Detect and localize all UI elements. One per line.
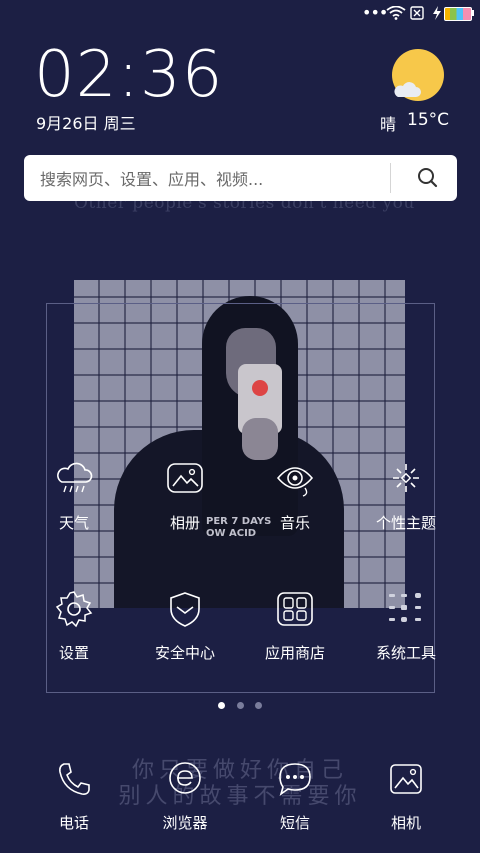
app-label: 相册 bbox=[169, 514, 200, 532]
app-label: 系统工具 bbox=[375, 644, 436, 662]
app-music[interactable]: 音乐 bbox=[245, 460, 345, 550]
dock-messages[interactable]: 短信 bbox=[245, 760, 345, 850]
battery-icon bbox=[444, 7, 472, 21]
app-settings[interactable]: 设置 bbox=[24, 590, 124, 680]
app-weather[interactable]: 天气 bbox=[24, 460, 124, 550]
phone-icon bbox=[59, 763, 90, 795]
page-dot[interactable] bbox=[255, 702, 262, 709]
app-store[interactable]: 应用商店 bbox=[245, 590, 345, 680]
app-system-tools[interactable]: 系统工具 bbox=[356, 590, 456, 680]
music-icon bbox=[276, 467, 314, 497]
gallery-icon bbox=[167, 463, 203, 493]
page-dot[interactable] bbox=[237, 702, 244, 709]
app-label: 设置 bbox=[58, 644, 89, 662]
search-divider bbox=[390, 163, 391, 193]
cloud-icon bbox=[394, 82, 421, 97]
messages-icon bbox=[279, 763, 311, 796]
app-label: 电话 bbox=[58, 814, 89, 832]
app-label: 安全中心 bbox=[154, 644, 215, 662]
app-security-center[interactable]: 安全中心 bbox=[135, 590, 235, 680]
clock-time[interactable]: 02:36 bbox=[34, 40, 223, 110]
app-label: 相机 bbox=[390, 814, 421, 832]
app-label: 短信 bbox=[279, 814, 310, 832]
dock-browser[interactable]: 浏览器 bbox=[135, 760, 235, 850]
wifi-icon bbox=[386, 6, 406, 20]
clock-date[interactable]: 9月26日 周三 bbox=[36, 110, 136, 134]
app-label: 音乐 bbox=[279, 514, 310, 532]
search-icon bbox=[418, 168, 438, 188]
app-label: 天气 bbox=[58, 514, 89, 532]
security-icon bbox=[170, 592, 200, 627]
page-dot-active[interactable] bbox=[218, 702, 225, 709]
weather-icon bbox=[57, 462, 93, 493]
weather-temperature: 15°C bbox=[407, 110, 450, 130]
charging-icon bbox=[433, 6, 441, 20]
weather-condition: 晴 bbox=[380, 115, 397, 134]
app-themes[interactable]: 个性主题 bbox=[356, 460, 456, 550]
search-input[interactable] bbox=[38, 163, 402, 195]
system-tools-icon bbox=[389, 593, 421, 622]
app-store-icon bbox=[277, 592, 313, 626]
app-label: 应用商店 bbox=[264, 644, 325, 662]
dock-camera[interactable]: 相机 bbox=[356, 760, 456, 850]
status-bar: ••• bbox=[0, 0, 480, 28]
camera-icon bbox=[390, 764, 422, 794]
app-label: 个性主题 bbox=[375, 514, 436, 532]
app-gallery[interactable]: 相册 bbox=[135, 460, 235, 550]
app-label: 浏览器 bbox=[162, 814, 208, 832]
browser-icon bbox=[169, 762, 201, 794]
battery-tip bbox=[472, 10, 474, 16]
dock-phone[interactable]: 电话 bbox=[24, 760, 124, 850]
themes-icon bbox=[393, 464, 419, 492]
more-dots-icon: ••• bbox=[362, 3, 388, 22]
settings-icon bbox=[55, 591, 93, 628]
search-button[interactable] bbox=[406, 161, 450, 195]
page-indicator bbox=[0, 700, 480, 710]
search-bar[interactable] bbox=[24, 155, 457, 201]
no-sim-icon bbox=[410, 6, 424, 20]
